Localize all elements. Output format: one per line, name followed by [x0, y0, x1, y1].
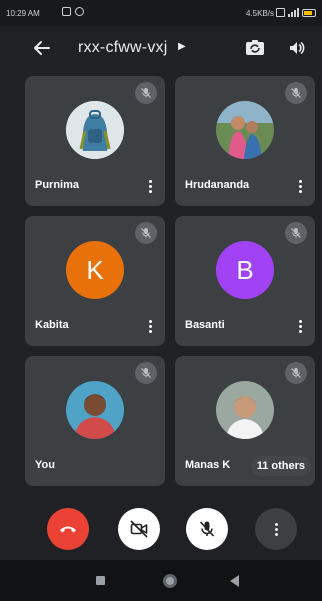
participant-tile[interactable]: K Kabita: [25, 216, 165, 346]
end-call-icon: [60, 526, 76, 533]
more-options-icon: [274, 522, 278, 536]
home-icon[interactable]: [163, 574, 177, 588]
mic-toggle-button[interactable]: [186, 508, 228, 550]
message-icon: [62, 7, 71, 16]
back-icon[interactable]: [230, 575, 239, 587]
participant-tile[interactable]: Hrudananda: [175, 76, 315, 206]
participant-name: Hrudananda: [185, 179, 250, 191]
system-nav-bar: [0, 560, 322, 601]
mic-off-icon: [199, 521, 215, 537]
avatar: [216, 101, 274, 159]
participant-tile[interactable]: B Basanti: [175, 216, 315, 346]
speaker-button[interactable]: [287, 38, 307, 58]
mic-off-icon: [135, 362, 157, 384]
participant-options-button[interactable]: [293, 177, 307, 195]
end-call-button[interactable]: [47, 508, 89, 550]
network-speed: 4.5KB/s: [245, 9, 274, 18]
call-controls: [0, 500, 322, 556]
speaker-icon: [290, 42, 305, 54]
child-portrait-photo-icon: [216, 381, 274, 439]
others-count-chip[interactable]: 11 others: [250, 456, 311, 476]
cast-icon: [75, 7, 84, 16]
avatar: [66, 381, 124, 439]
signal-icon: [288, 8, 299, 17]
recents-icon[interactable]: [96, 576, 105, 585]
participant-name: Basanti: [185, 319, 225, 331]
video-toggle-button[interactable]: [118, 508, 160, 550]
backpack-photo-icon: [66, 101, 124, 159]
participant-name: Purnima: [35, 179, 80, 191]
status-notification-icons: [62, 7, 84, 16]
participant-tile[interactable]: Purnima: [25, 76, 165, 206]
avatar: K: [66, 241, 124, 299]
participant-name: Kabita: [35, 319, 69, 331]
participant-tile[interactable]: Manas K 11 others: [175, 356, 315, 486]
meeting-code[interactable]: rxx-cfww-vxj: [78, 39, 168, 57]
participant-options-button[interactable]: [143, 177, 157, 195]
arrow-back-icon: [34, 41, 50, 55]
mic-off-icon: [285, 222, 307, 244]
avatar-letter: B: [236, 254, 254, 285]
switch-camera-button[interactable]: [244, 37, 266, 59]
status-time: 10:29 AM: [6, 9, 40, 18]
status-right-icons: [276, 8, 316, 17]
more-options-button[interactable]: [255, 508, 297, 550]
family-photo-icon: [216, 101, 274, 159]
caret-right-icon[interactable]: ▶: [178, 41, 186, 52]
call-header: rxx-cfww-vxj ▶: [0, 26, 322, 72]
switch-camera-icon: [246, 40, 264, 55]
participant-options-button[interactable]: [293, 317, 307, 335]
battery-icon: [302, 9, 316, 17]
avatar: [66, 101, 124, 159]
avatar-letter: K: [86, 254, 104, 285]
man-portrait-photo-icon: [66, 381, 124, 439]
mic-off-icon: [285, 362, 307, 384]
wifi-icon: [276, 8, 285, 17]
avatar: B: [216, 241, 274, 299]
avatar: [216, 381, 274, 439]
back-button[interactable]: [32, 38, 52, 58]
participant-options-button[interactable]: [143, 317, 157, 335]
mic-off-icon: [285, 82, 307, 104]
status-bar: 10:29 AM 4.5KB/s: [0, 0, 322, 26]
participant-tile-self[interactable]: You: [25, 356, 165, 486]
mic-off-icon: [135, 82, 157, 104]
video-off-icon: [130, 520, 148, 538]
mic-off-icon: [135, 222, 157, 244]
participant-name: Manas K: [185, 459, 231, 471]
participant-name: You: [35, 459, 55, 471]
